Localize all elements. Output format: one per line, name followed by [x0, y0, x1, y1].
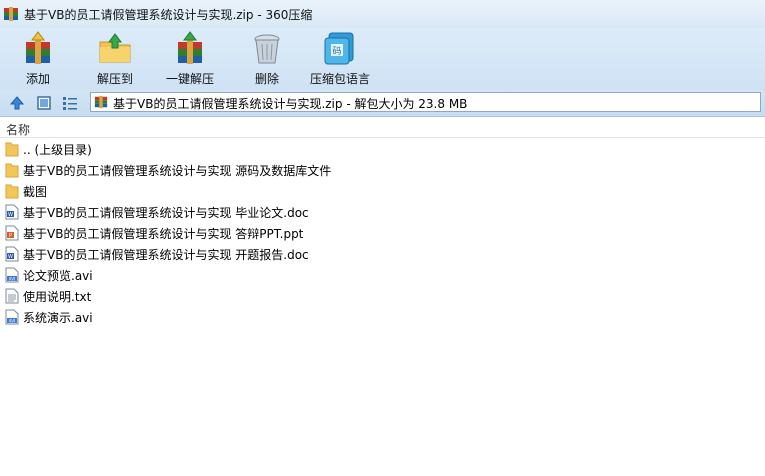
list-item-preview-avi[interactable]: AVI 论文预览.avi: [0, 264, 765, 285]
archive-language-icon: 码: [324, 32, 354, 65]
list-item-name: 系统演示.avi: [23, 311, 93, 325]
list-item-name: 使用说明.txt: [23, 290, 92, 304]
window-title: 基于VB的员工请假管理系统设计与实现.zip - 360压缩: [24, 8, 313, 22]
list-item-name: 基于VB的员工请假管理系统设计与实现 毕业论文.doc: [23, 206, 309, 220]
folder-icon: [5, 163, 19, 178]
file-list: .. (上级目录) 基于VB的员工请假管理系统设计与实现 源码及数据库文件 截图…: [0, 138, 765, 327]
svg-text:W: W: [8, 254, 13, 260]
list-item-proposal-doc[interactable]: W 基于VB的员工请假管理系统设计与实现 开题报告.doc: [0, 243, 765, 264]
list-item-source-folder[interactable]: 基于VB的员工请假管理系统设计与实现 源码及数据库文件: [0, 159, 765, 180]
svg-text:P: P: [9, 233, 12, 239]
video-file-icon: AVI: [5, 309, 19, 325]
list-item-demo-avi[interactable]: AVI 系统演示.avi: [0, 306, 765, 327]
one-click-extract-button[interactable]: 一键解压: [166, 28, 214, 90]
svg-text:AVI: AVI: [9, 318, 15, 323]
word-document-icon: W: [5, 204, 19, 220]
svg-text:AVI: AVI: [9, 276, 15, 281]
delete-trash-icon: [254, 34, 280, 64]
folder-icon: [5, 142, 19, 157]
up-arrow-icon[interactable]: [9, 95, 25, 111]
archive-language-button[interactable]: 码 压缩包语言: [310, 28, 370, 90]
one-click-extract-icon: [178, 31, 202, 64]
list-item-parent-dir[interactable]: .. (上级目录): [0, 138, 765, 159]
address-bar: 基于VB的员工请假管理系统设计与实现.zip - 解包大小为 23.8 MB: [0, 90, 765, 117]
list-item-defense-ppt[interactable]: P 基于VB的员工请假管理系统设计与实现 答辩PPT.ppt: [0, 222, 765, 243]
thumbnail-view-icon[interactable]: [36, 95, 52, 111]
list-item-readme-txt[interactable]: 使用说明.txt: [0, 285, 765, 306]
address-path: 基于VB的员工请假管理系统设计与实现.zip - 解包大小为 23.8 MB: [113, 97, 468, 111]
delete-label: 删除: [254, 72, 279, 86]
list-view-icon[interactable]: [62, 95, 78, 111]
add-archive-icon: [26, 31, 50, 64]
toolbar: 添加 解压到 一键解压 删除 码 压缩包语言: [0, 28, 765, 90]
extract-to-button[interactable]: 解压到: [97, 28, 133, 90]
archive-language-label: 压缩包语言: [310, 72, 371, 86]
list-item-screenshots-folder[interactable]: 截图: [0, 180, 765, 201]
extract-to-label: 解压到: [97, 72, 134, 86]
list-item-name: .. (上级目录): [23, 143, 92, 157]
word-document-icon: W: [5, 246, 19, 262]
add-button[interactable]: 添加: [20, 28, 56, 90]
text-file-icon: [5, 288, 19, 304]
name-column-label: 名称: [6, 123, 31, 137]
archive-icon: [94, 95, 108, 109]
one-click-extract-label: 一键解压: [166, 72, 215, 86]
svg-text:W: W: [8, 212, 13, 218]
name-column-header[interactable]: 名称: [0, 117, 765, 138]
extract-to-icon: [99, 33, 131, 63]
add-label: 添加: [25, 72, 50, 86]
delete-button[interactable]: 删除: [249, 28, 285, 90]
list-item-name: 基于VB的员工请假管理系统设计与实现 源码及数据库文件: [23, 164, 332, 178]
list-item-name: 基于VB的员工请假管理系统设计与实现 开题报告.doc: [23, 248, 309, 262]
title-bar: 基于VB的员工请假管理系统设计与实现.zip - 360压缩: [0, 0, 765, 28]
address-field[interactable]: 基于VB的员工请假管理系统设计与实现.zip - 解包大小为 23.8 MB: [90, 92, 761, 112]
folder-icon: [5, 184, 19, 199]
winrar-archive-icon: [4, 7, 18, 21]
svg-text:码: 码: [332, 46, 341, 57]
list-item-name: 论文预览.avi: [23, 269, 93, 283]
powerpoint-file-icon: P: [5, 225, 19, 241]
list-item-thesis-doc[interactable]: W 基于VB的员工请假管理系统设计与实现 毕业论文.doc: [0, 201, 765, 222]
list-item-name: 基于VB的员工请假管理系统设计与实现 答辩PPT.ppt: [23, 227, 304, 241]
list-item-name: 截图: [23, 185, 48, 199]
video-file-icon: AVI: [5, 267, 19, 283]
